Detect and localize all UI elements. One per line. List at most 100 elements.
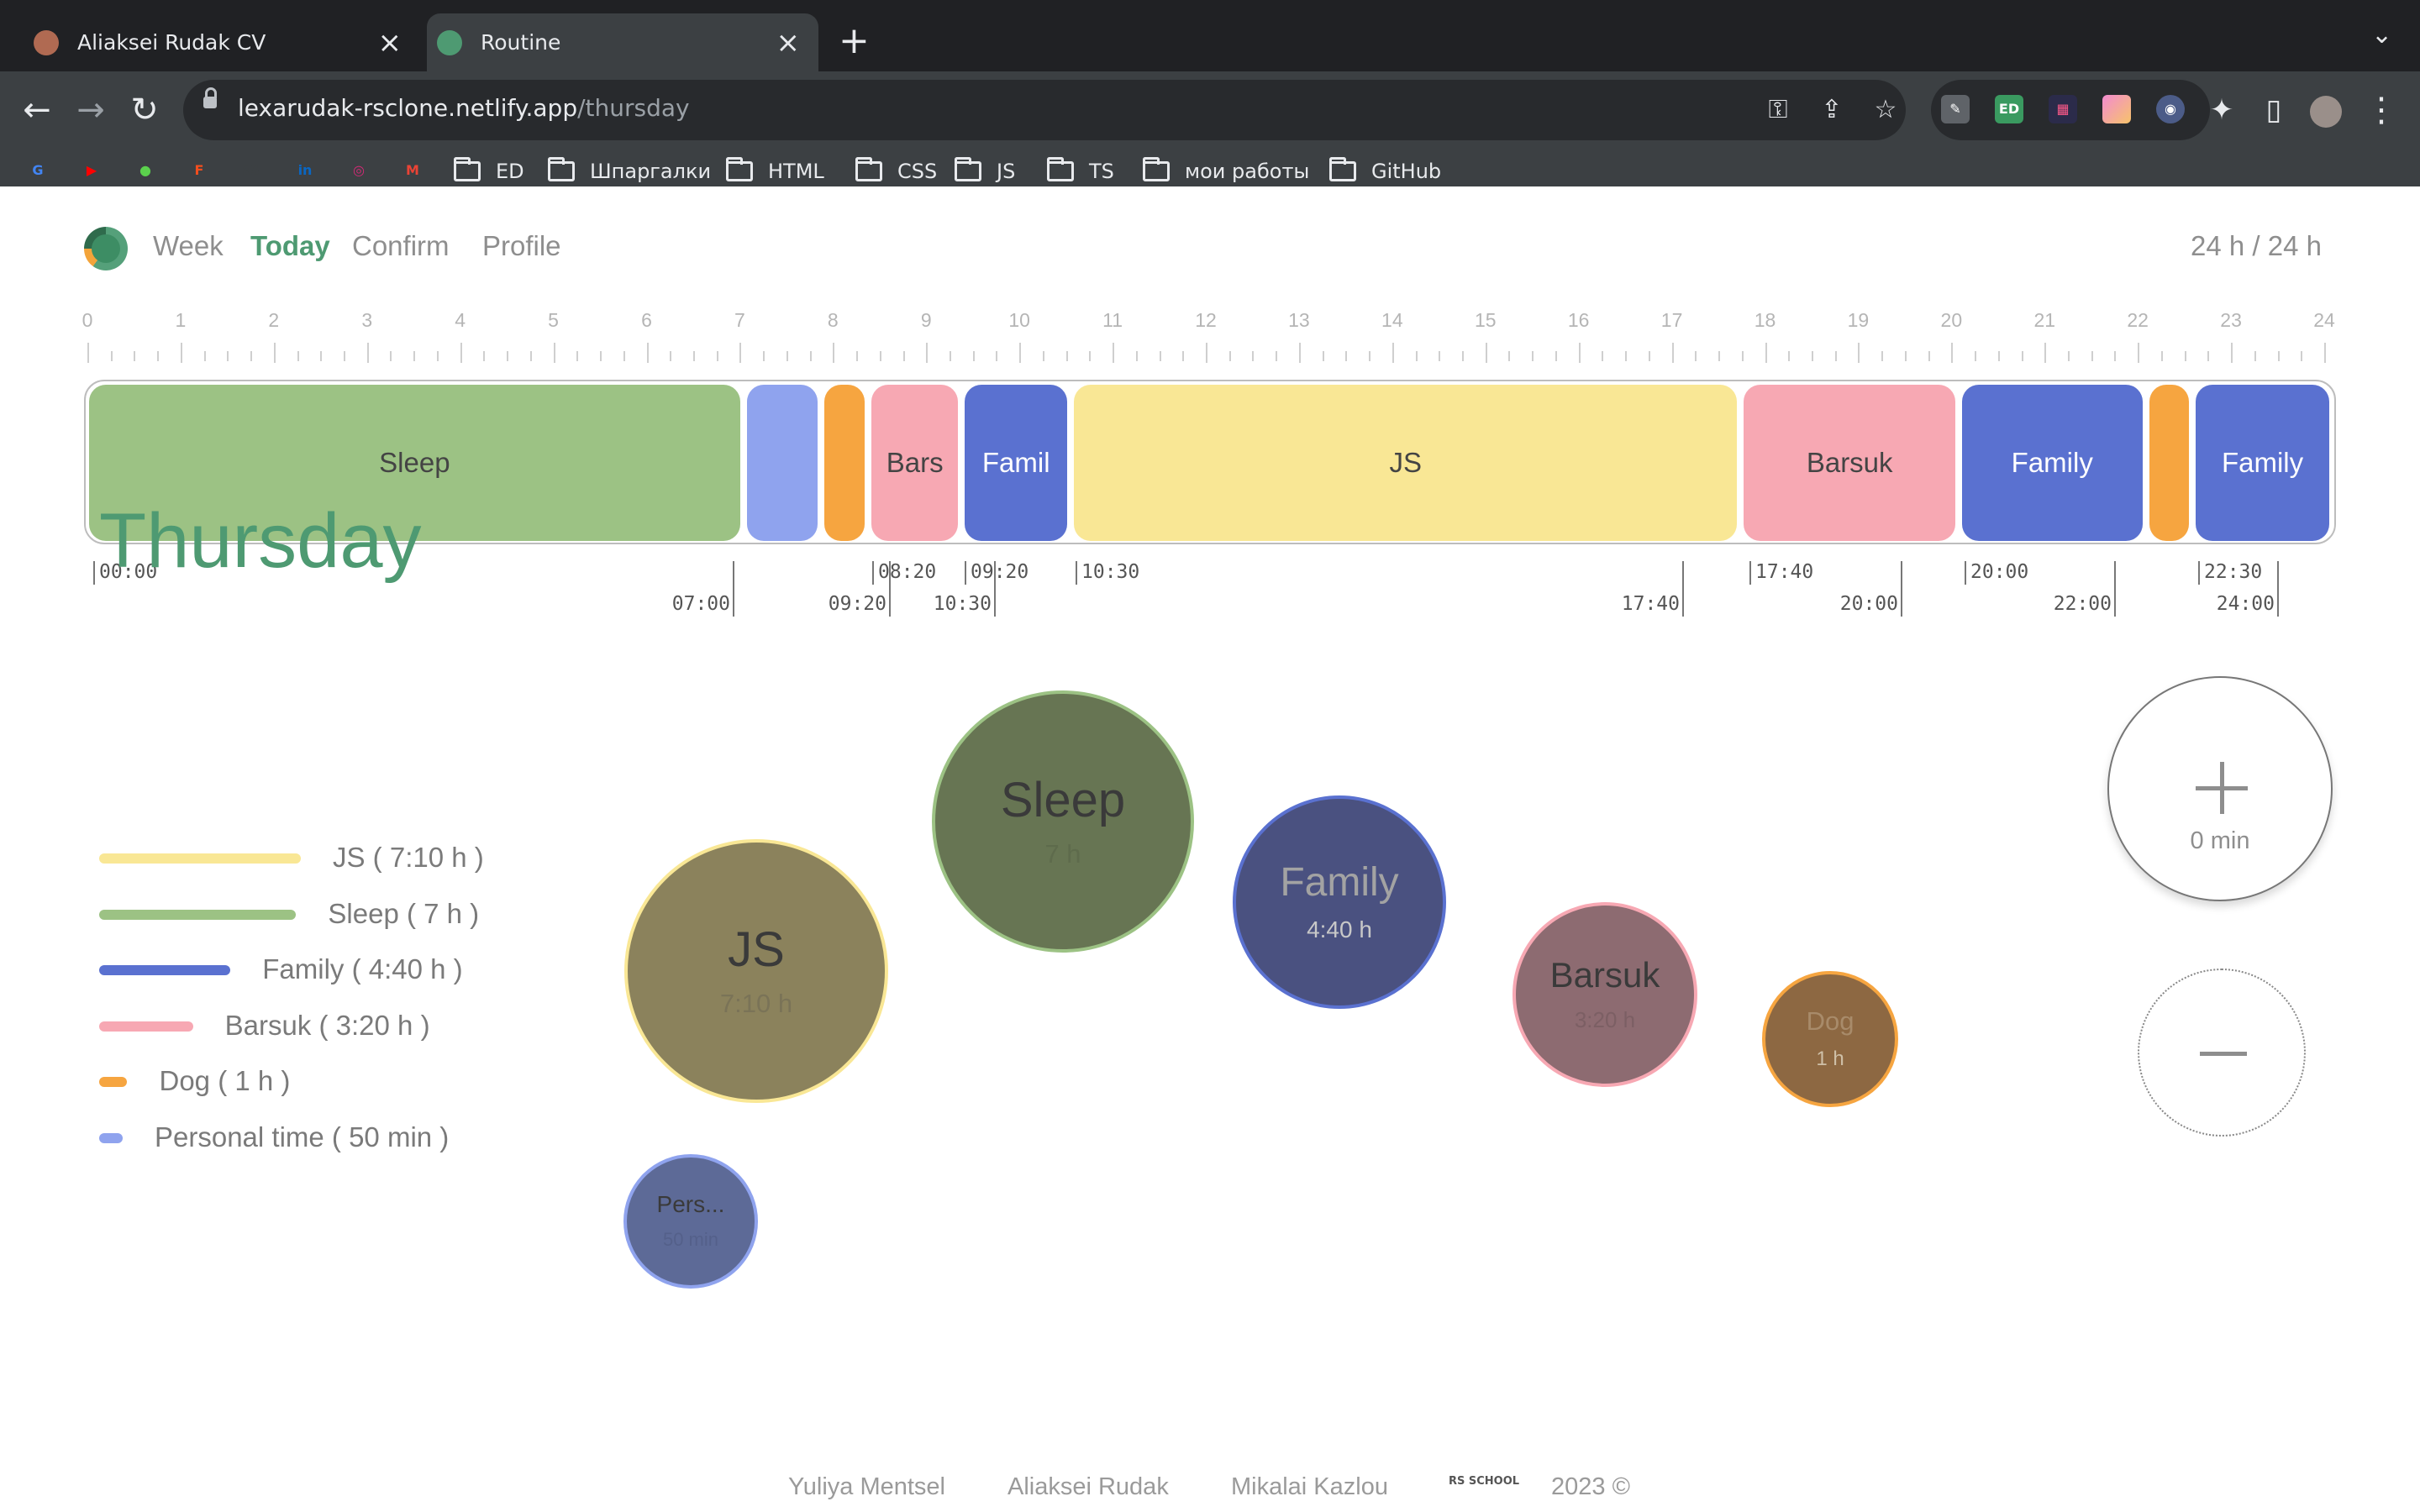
reload-icon[interactable]: ↻: [121, 87, 168, 134]
timeline-segment-bars[interactable]: Bars: [871, 385, 959, 541]
time-marker-line: [889, 561, 891, 617]
close-tab-icon[interactable]: ×: [378, 29, 402, 57]
url-path: /thursday: [577, 94, 690, 122]
timeline-segment-barsuk[interactable]: Barsuk: [1744, 385, 1955, 541]
timeline-segment-family[interactable]: Family: [1962, 385, 2143, 541]
ed-extension-icon[interactable]: ED: [1995, 95, 2023, 123]
tab-routine[interactable]: Routine ×: [427, 13, 818, 71]
time-marker-line: [1076, 561, 1077, 585]
time-label-end: 17:40: [1621, 593, 1680, 615]
ruler-hour-label: 16: [1567, 309, 1590, 331]
bubble-name: Family: [1280, 859, 1399, 905]
timeline-segment-js[interactable]: JS: [1074, 385, 1738, 541]
legend-label: Sleep ( 7 h ): [328, 898, 480, 929]
ruler-tick: [1928, 351, 1930, 361]
ruler-tick: [1811, 351, 1813, 361]
profile-avatar[interactable]: [2302, 87, 2349, 134]
remove-activity-button[interactable]: [2138, 969, 2306, 1137]
tab-search-chevron-icon[interactable]: ⌄: [2371, 20, 2392, 50]
credit-author[interactable]: Mikalai Kazlou: [1231, 1473, 1388, 1501]
ruler-tick: [483, 351, 486, 361]
time-marker-line: [2114, 561, 2116, 617]
ruler-hour-label: 17: [1660, 309, 1683, 331]
circle-extension-icon[interactable]: ◉: [2156, 95, 2185, 123]
add-activity-button[interactable]: 0 min: [2107, 676, 2333, 901]
bookmark-folder[interactable]: TS: [1047, 155, 1114, 188]
timeline-segment-famil[interactable]: Famil: [965, 385, 1068, 541]
ruler-tick: [2231, 343, 2233, 363]
add-activity-duration: 0 min: [2190, 827, 2250, 854]
browser-tab-bar: Aliaksei Rudak CV × Routine × + ⌄: [0, 0, 2420, 71]
timeline-segment-unlabeled[interactable]: [824, 385, 865, 541]
ruler-tick: [366, 343, 369, 363]
timeline-segment-unlabeled[interactable]: [2149, 385, 2190, 541]
browser-menu-icon[interactable]: ⋮: [2358, 87, 2405, 134]
youtube-icon[interactable]: ▶: [79, 158, 104, 183]
ruler-tick: [600, 351, 602, 361]
ruler-hour-label: 11: [1102, 309, 1123, 331]
figma-icon[interactable]: F: [187, 158, 212, 183]
bookmark-folder[interactable]: JS: [955, 155, 1015, 188]
activity-bubble-family[interactable]: Family 4:40 h: [1233, 795, 1446, 1009]
bookmark-folder[interactable]: Шпаргалки: [548, 155, 711, 188]
gradient-extension-icon[interactable]: [2102, 95, 2131, 123]
ruler-tick: [1555, 351, 1557, 361]
credit-author[interactable]: Yuliya Mentsel: [788, 1473, 945, 1501]
lock-icon[interactable]: [203, 87, 217, 108]
timeline-segment-family[interactable]: Family: [2196, 385, 2329, 541]
ruler-tick: [1298, 343, 1301, 363]
bookmark-folder-label: GitHub: [1371, 160, 1442, 183]
linkedin-icon[interactable]: in: [292, 158, 318, 183]
rs-school-logo[interactable]: RS SCHOOL: [1449, 1476, 1519, 1487]
time-label-end: 22:00: [2053, 593, 2112, 615]
bubble-name: JS: [728, 922, 785, 978]
legend-label: Dog ( 1 h ): [159, 1065, 291, 1096]
time-label-end: 10:30: [933, 593, 992, 615]
extensions-puzzle-icon[interactable]: ✦: [2198, 87, 2245, 134]
timeline-segment-unlabeled[interactable]: [746, 385, 818, 541]
ruler-hour-label: 5: [548, 309, 559, 331]
bookmark-folder[interactable]: CSS: [855, 155, 937, 188]
instagram-icon[interactable]: ◎: [346, 158, 371, 183]
ruler-tick: [1485, 343, 1487, 363]
extensions-group: ✎ ED ▦ ◉: [1931, 80, 2210, 140]
share-icon[interactable]: ⇪: [1817, 95, 1847, 125]
credit-author[interactable]: Aliaksei Rudak: [1007, 1473, 1169, 1501]
rs-icon[interactable]: RS: [237, 158, 262, 183]
bubble-duration: 1 h: [1816, 1047, 1844, 1071]
new-tab-button[interactable]: +: [839, 20, 870, 62]
gmail-icon[interactable]: M: [400, 158, 425, 183]
timeline-segment-label: Famil: [981, 447, 1050, 478]
time-label-end: 09:20: [828, 593, 886, 615]
tab-aliaksei-rudak-cv[interactable]: Aliaksei Rudak CV ×: [0, 13, 420, 71]
close-tab-icon[interactable]: ×: [776, 29, 801, 57]
back-arrow-icon[interactable]: ←: [13, 87, 60, 134]
activity-bubble-dog[interactable]: Dog 1 h: [1762, 971, 1898, 1107]
ruler-tick: [134, 351, 136, 361]
plus-icon: [2196, 762, 2248, 814]
forward-arrow-icon[interactable]: →: [67, 87, 114, 134]
ruler-tick: [2044, 343, 2047, 363]
pen-extension-icon[interactable]: ✎: [1941, 95, 1970, 123]
bookmark-folder[interactable]: мои работы: [1143, 155, 1309, 188]
tab-title: Aliaksei Rudak CV: [77, 30, 266, 55]
activity-bubble-barsuk[interactable]: Barsuk 3:20 h: [1512, 902, 1697, 1087]
address-bar[interactable]: lexarudak-rsclone.netlify.app/thursday ⚿…: [183, 80, 1906, 140]
ruler-tick: [1904, 351, 1907, 361]
bookmark-folder[interactable]: HTML: [726, 155, 824, 188]
ruler-tick: [1508, 351, 1511, 361]
activity-bubble-pers[interactable]: Pers... 50 min: [623, 1154, 758, 1289]
key-icon[interactable]: ⚿: [1763, 95, 1793, 125]
google-translate-icon[interactable]: G: [25, 158, 50, 183]
bookmark-folder-label: Шпаргалки: [590, 160, 712, 183]
ruler-tick: [1252, 351, 1255, 361]
bookmark-folder[interactable]: ED: [454, 155, 524, 188]
activity-bubble-js[interactable]: JS 7:10 h: [624, 839, 888, 1103]
bookmark-star-icon[interactable]: ☆: [1870, 95, 1901, 125]
side-panel-icon[interactable]: ▯: [2250, 87, 2297, 134]
url-text[interactable]: lexarudak-rsclone.netlify.app/thursday: [238, 94, 690, 122]
green-circle-icon[interactable]: ●: [133, 158, 158, 183]
color-picker-extension-icon[interactable]: ▦: [2049, 95, 2077, 123]
activity-bubble-sleep[interactable]: Sleep 7 h: [932, 690, 1194, 953]
bookmark-folder[interactable]: GitHub: [1329, 155, 1441, 188]
